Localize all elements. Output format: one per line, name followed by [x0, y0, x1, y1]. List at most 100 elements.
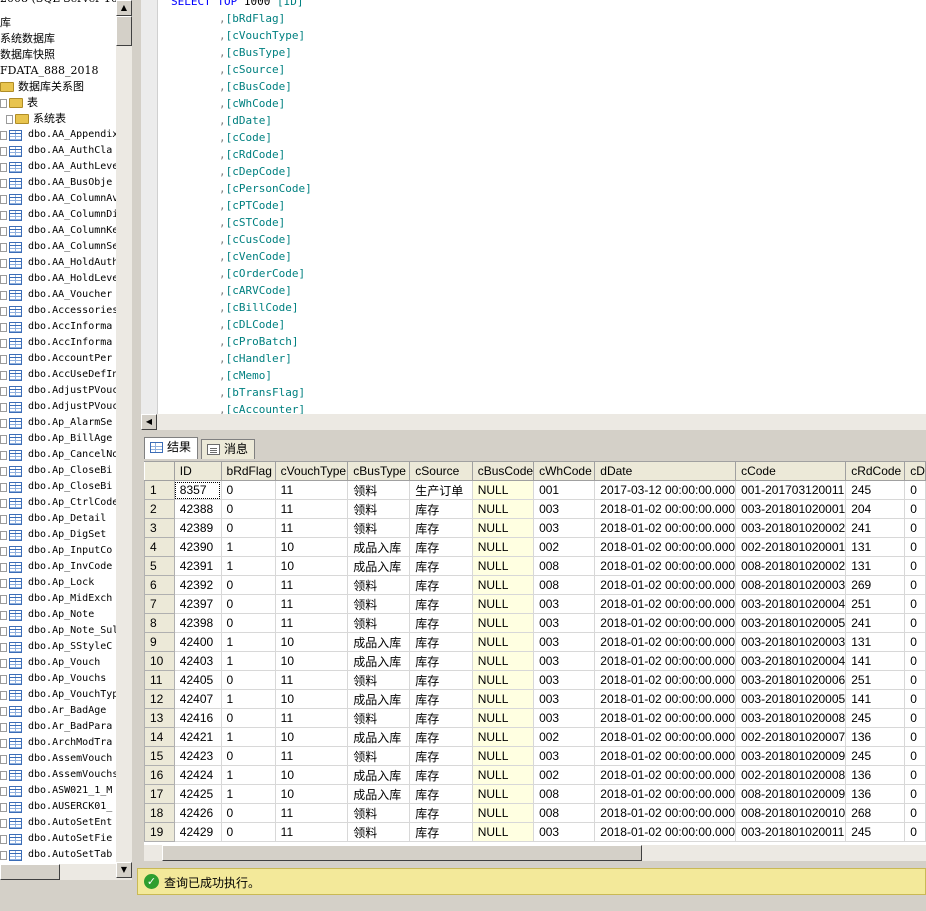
- tab-results[interactable]: 结果: [144, 437, 199, 459]
- row-number[interactable]: 10: [144, 651, 175, 671]
- grid-cell[interactable]: 0: [904, 480, 926, 500]
- grid-cell[interactable]: 42416: [173, 708, 222, 728]
- grid-cell[interactable]: NULL: [471, 746, 535, 766]
- grid-cell[interactable]: 003: [533, 518, 596, 538]
- grid-cell[interactable]: 1: [220, 556, 276, 576]
- expand-toggle-icon[interactable]: [0, 354, 7, 364]
- grid-cell[interactable]: 成品入库: [347, 784, 411, 804]
- grid-cell[interactable]: 0: [220, 670, 276, 690]
- grid-cell[interactable]: 42398: [173, 613, 222, 633]
- grid-cell[interactable]: 领料: [347, 613, 411, 633]
- grid-cell[interactable]: 42426: [173, 803, 222, 823]
- grid-cell[interactable]: 10: [274, 651, 349, 671]
- grid-cell[interactable]: 0: [904, 670, 926, 690]
- column-header[interactable]: cD: [904, 461, 926, 481]
- grid-cell[interactable]: 002-201801020008: [735, 765, 847, 785]
- grid-cell[interactable]: 10: [274, 537, 349, 557]
- grid-horizontal-scrollbar[interactable]: [144, 845, 926, 861]
- grid-cell[interactable]: 库存: [409, 822, 473, 842]
- grid-cell[interactable]: 002: [533, 537, 596, 557]
- table-node[interactable]: dbo.AccInforma: [0, 335, 112, 351]
- table-node[interactable]: dbo.Ap_VouchTyp: [0, 687, 116, 703]
- grid-cell[interactable]: 成品入库: [347, 689, 411, 709]
- grid-cell[interactable]: 10: [274, 556, 349, 576]
- row-number[interactable]: 18: [144, 803, 175, 823]
- grid-cell[interactable]: NULL: [471, 632, 535, 652]
- table-node[interactable]: dbo.AdjustPVouc: [0, 383, 116, 399]
- expand-toggle-icon[interactable]: [0, 322, 7, 332]
- grid-cell[interactable]: 42429: [173, 822, 222, 842]
- tab-messages[interactable]: 消息: [201, 439, 256, 459]
- grid-cell[interactable]: 库存: [409, 632, 473, 652]
- grid-cell[interactable]: NULL: [471, 708, 535, 728]
- grid-cell[interactable]: 1: [220, 651, 276, 671]
- scroll-thumb[interactable]: [0, 864, 60, 880]
- grid-cell[interactable]: 0: [904, 499, 926, 519]
- expand-toggle-icon[interactable]: [0, 338, 7, 348]
- grid-cell[interactable]: 0: [904, 651, 926, 671]
- grid-cell[interactable]: 251: [845, 594, 906, 614]
- grid-cell[interactable]: 领料: [347, 594, 411, 614]
- row-number[interactable]: 14: [144, 727, 175, 747]
- grid-cell[interactable]: 2018-01-02 00:00:00.000: [594, 689, 737, 709]
- grid-cell[interactable]: 10: [274, 632, 349, 652]
- grid-cell[interactable]: 库存: [409, 537, 473, 557]
- row-number[interactable]: 4: [144, 537, 175, 557]
- table-node[interactable]: dbo.AA_HoldLeve: [0, 271, 116, 287]
- scroll-up-button[interactable]: ▲: [116, 0, 132, 16]
- pane-splitter[interactable]: [132, 0, 141, 880]
- grid-cell[interactable]: 1: [220, 632, 276, 652]
- grid-cell[interactable]: 11: [274, 499, 349, 519]
- table-row[interactable]: 19 42429 0 11 领料 库存 NULL 003 2018-01-02 00:00:00…: [144, 822, 926, 842]
- expand-toggle-icon[interactable]: [0, 466, 7, 476]
- grid-cell[interactable]: 成品入库: [347, 765, 411, 785]
- table-node[interactable]: dbo.AA_ColumnDi: [0, 207, 116, 223]
- grid-cell[interactable]: 0: [904, 594, 926, 614]
- grid-cell[interactable]: 1: [220, 765, 276, 785]
- grid-cell[interactable]: 生产订单: [409, 480, 473, 500]
- expand-toggle-icon[interactable]: [0, 418, 7, 428]
- grid-cell[interactable]: 136: [845, 784, 906, 804]
- expand-toggle-icon[interactable]: [0, 786, 7, 796]
- expand-toggle-icon[interactable]: [0, 402, 7, 412]
- grid-cell[interactable]: 11: [274, 575, 349, 595]
- grid-cell[interactable]: 42425: [173, 784, 222, 804]
- table-row[interactable]: 12 42407 1 10 成品入库 库存 NULL 003 2018-01-02 00:00:…: [144, 689, 926, 709]
- expand-toggle-icon[interactable]: [0, 706, 7, 716]
- expand-toggle-icon[interactable]: [0, 386, 7, 396]
- grid-cell[interactable]: 10: [274, 784, 349, 804]
- column-header[interactable]: cRdCode: [845, 461, 906, 481]
- table-node[interactable]: dbo.AUSERCK01_: [0, 799, 112, 815]
- grid-cell[interactable]: 001-201703120011: [735, 480, 847, 500]
- grid-cell[interactable]: 1: [220, 537, 276, 557]
- server-node[interactable]: 2008 (SQL Server 10.: [0, 0, 116, 7]
- grid-cell[interactable]: 0: [904, 803, 926, 823]
- column-header[interactable]: cBusType: [347, 461, 411, 481]
- table-node[interactable]: dbo.Ap_Vouchs: [0, 671, 106, 687]
- table-node[interactable]: dbo.Ap_Note_Sul: [0, 623, 116, 639]
- grid-cell[interactable]: 库存: [409, 518, 473, 538]
- grid-cell[interactable]: 0: [904, 632, 926, 652]
- grid-cell[interactable]: 成品入库: [347, 727, 411, 747]
- query-editor[interactable]: SELECT TOP 1000 [ID] ,[bRdFlag] ,[cVouchTy…: [141, 0, 926, 430]
- table-node[interactable]: dbo.Ap_DigSet: [0, 527, 106, 543]
- table-node[interactable]: dbo.AutoSetEnt: [0, 815, 112, 831]
- grid-cell[interactable]: 领料: [347, 746, 411, 766]
- grid-cell[interactable]: 003-201801020002: [735, 518, 847, 538]
- grid-cell[interactable]: 268: [845, 803, 906, 823]
- grid-cell[interactable]: 245: [845, 746, 906, 766]
- grid-cell[interactable]: 42407: [173, 689, 222, 709]
- table-node[interactable]: dbo.AA_AuthCla: [0, 143, 112, 159]
- row-number[interactable]: 9: [144, 632, 175, 652]
- grid-cell[interactable]: 002: [533, 765, 596, 785]
- grid-cell[interactable]: 42403: [173, 651, 222, 671]
- grid-cell[interactable]: NULL: [471, 670, 535, 690]
- grid-cell[interactable]: 成品入库: [347, 632, 411, 652]
- expand-toggle-icon[interactable]: [0, 514, 7, 524]
- grid-cell[interactable]: 42423: [173, 746, 222, 766]
- grid-cell[interactable]: 0: [904, 765, 926, 785]
- table-node[interactable]: dbo.AssemVouchs: [0, 767, 116, 783]
- expand-toggle-icon[interactable]: [0, 450, 7, 460]
- expand-toggle-icon[interactable]: [0, 258, 7, 268]
- grid-cell[interactable]: 库存: [409, 594, 473, 614]
